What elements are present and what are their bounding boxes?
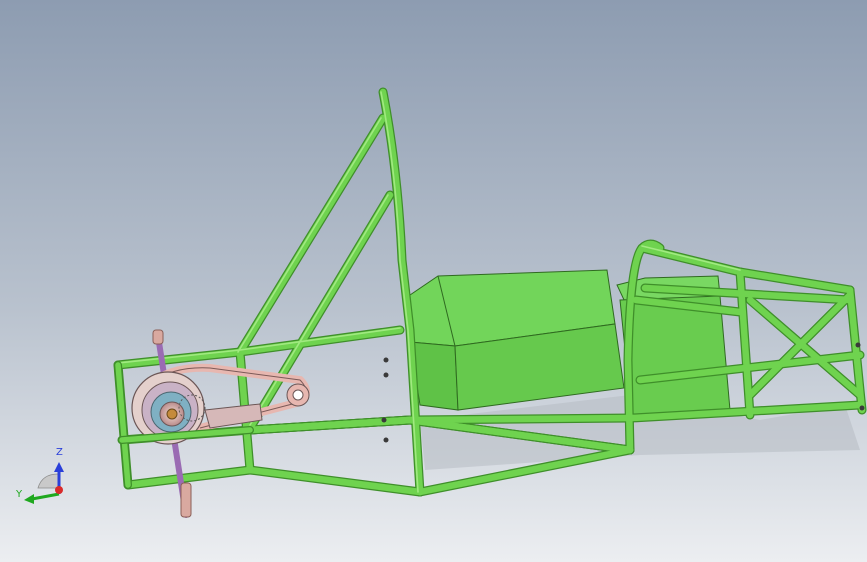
cad-viewport[interactable]: Z Y [0, 0, 867, 562]
axle-end-bottom [180, 482, 192, 518]
coordinate-triad[interactable]: Z Y [12, 444, 76, 510]
coordinate-triad-icon [24, 462, 64, 504]
triad-y-label: Y [16, 489, 23, 500]
center-box-body[interactable] [409, 269, 625, 411]
axle-end-top [152, 329, 164, 345]
model-scene[interactable] [0, 0, 867, 562]
rear-box-front [619, 295, 731, 419]
triad-z-label: Z [56, 447, 63, 458]
